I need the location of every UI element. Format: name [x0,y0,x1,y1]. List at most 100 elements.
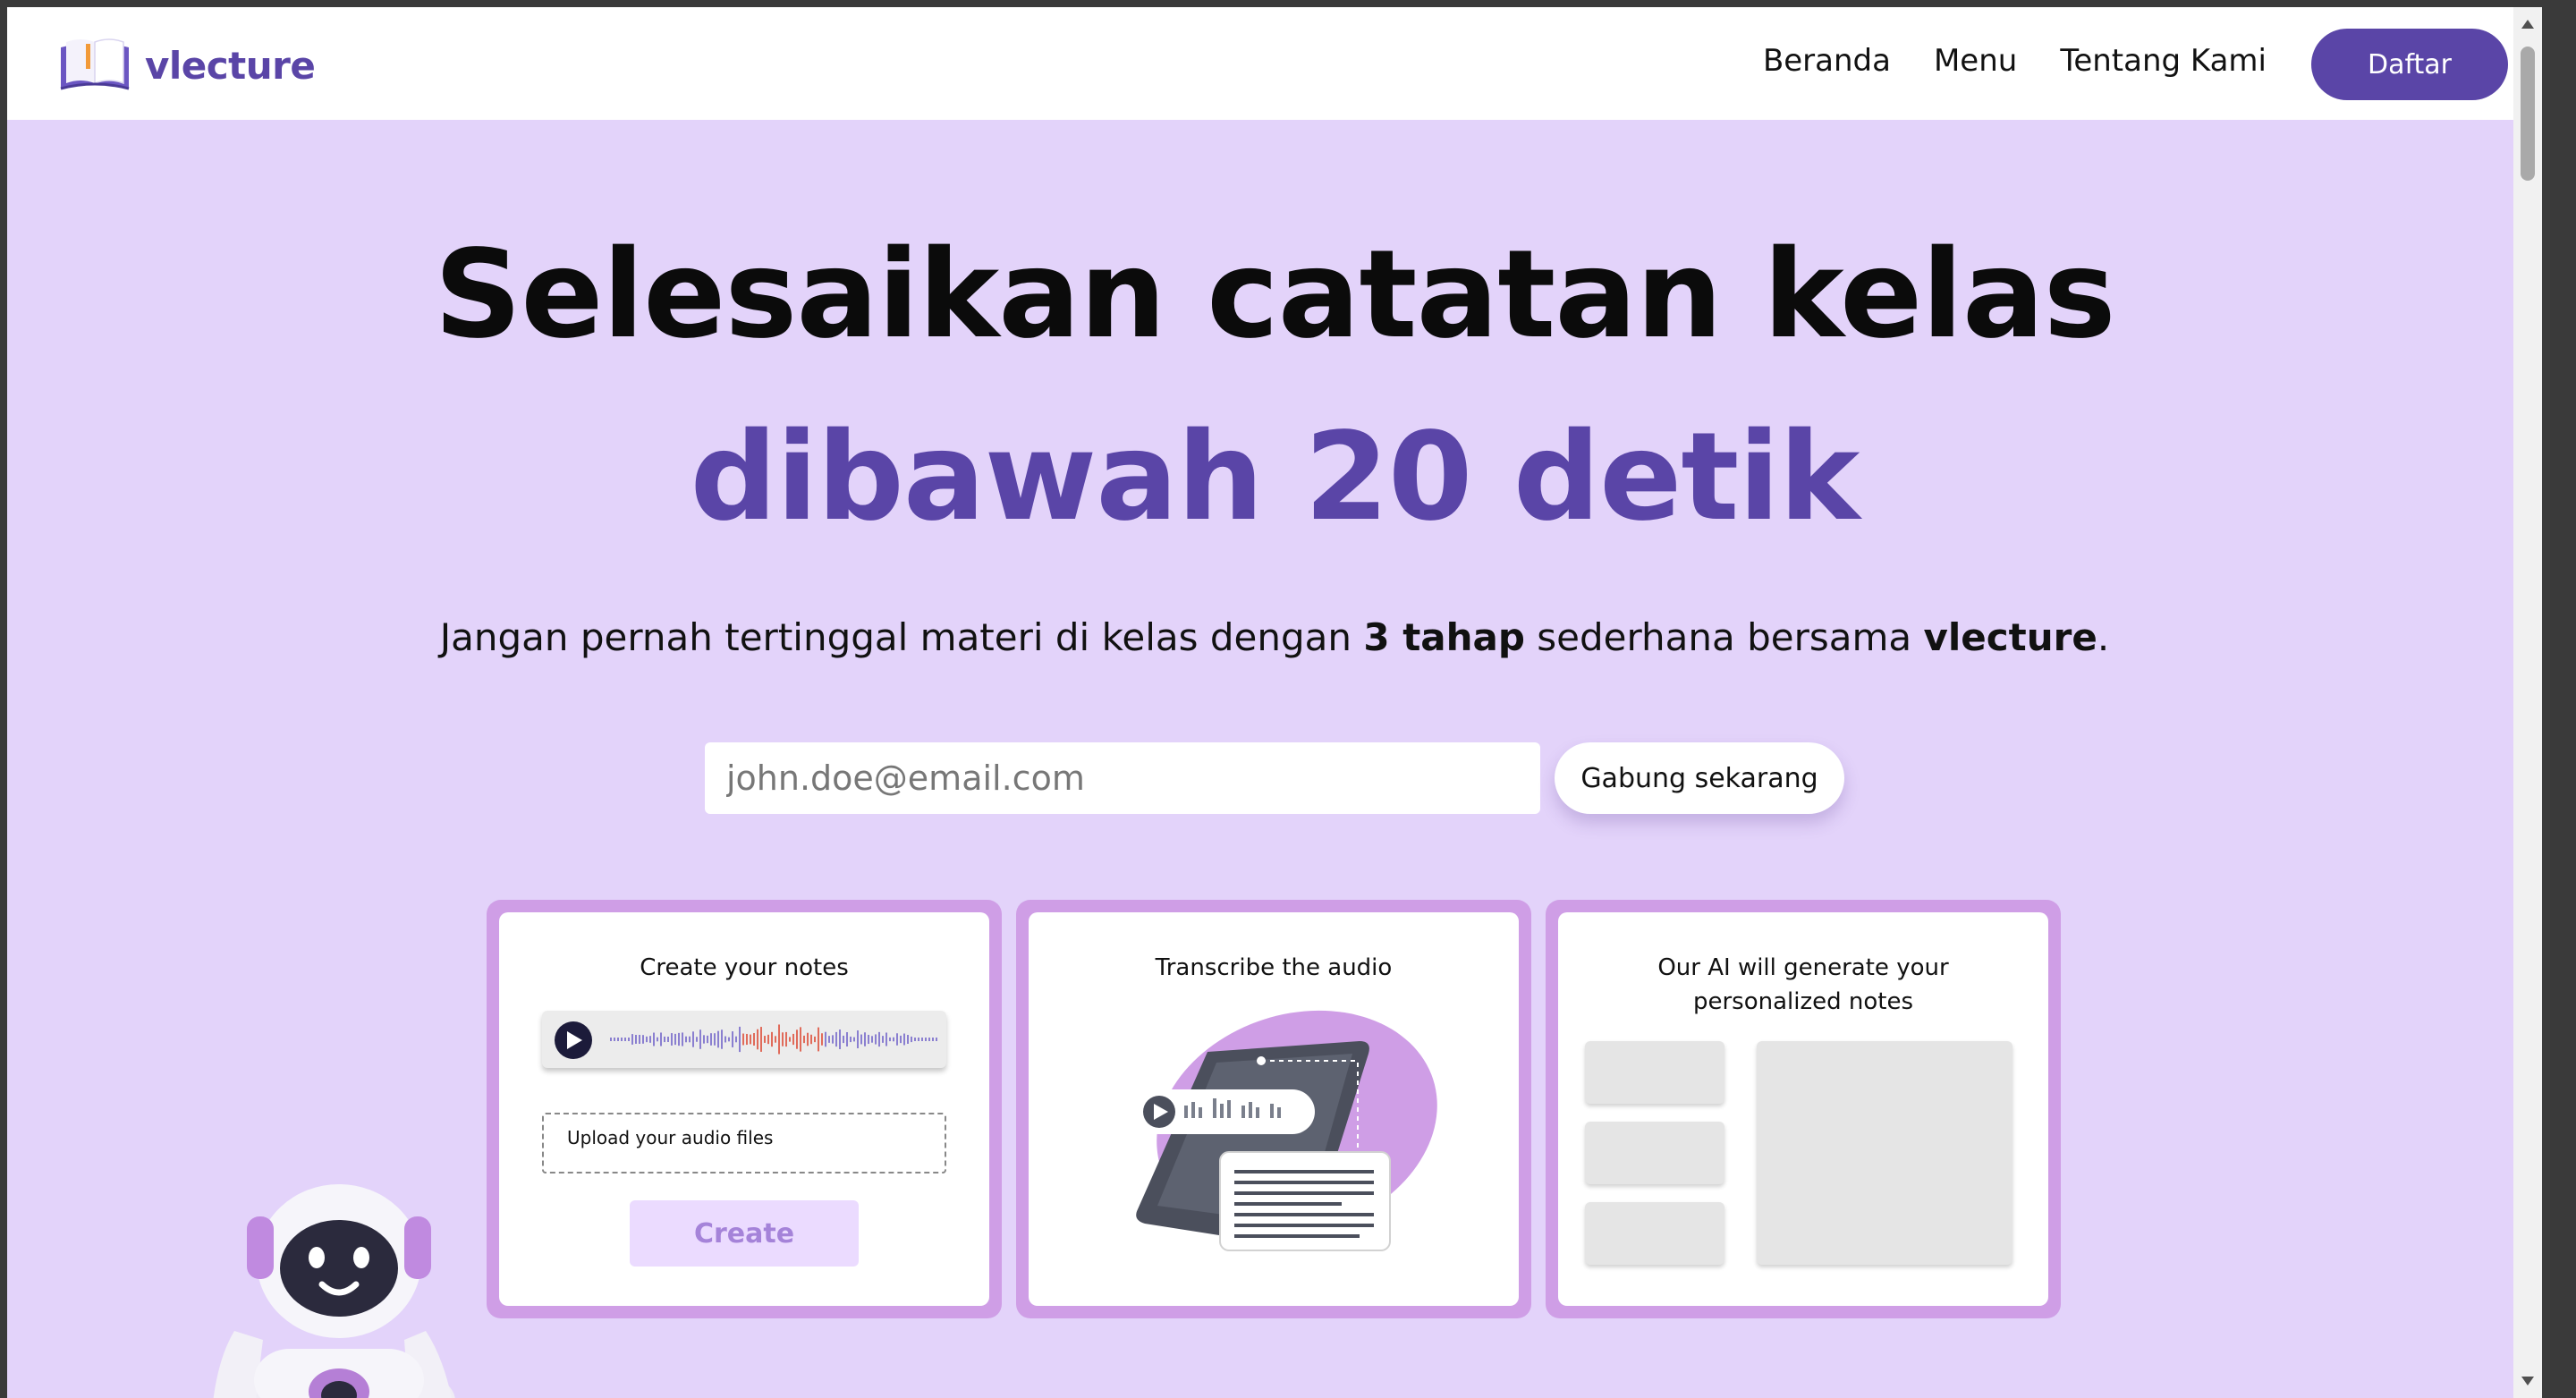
waveform-bar [682,1032,683,1046]
step-card-generate-body: Our AI will generate your personalized n… [1558,912,2048,1306]
waveform-bar [914,1038,916,1041]
waveform-bar [646,1036,648,1043]
waveform-bar [639,1034,640,1045]
waveform-bar [742,1033,744,1046]
waveform-bar [631,1034,633,1045]
waveform-bar [653,1032,655,1046]
waveform-bar [903,1033,905,1046]
waveform-bar [685,1036,687,1043]
waveform-bar [628,1038,630,1041]
navbar: vlecture Beranda Menu Tentang Kami Dafta… [7,7,2542,120]
book-logo-icon [60,38,130,90]
waveform-bar [803,1035,805,1044]
daftar-button[interactable]: Daftar [2311,29,2508,100]
waveform-bar [753,1033,755,1046]
card-title: Create your notes [640,954,849,981]
card-title: Our AI will generate your personalized n… [1558,952,2048,1019]
scroll-down-arrow-icon[interactable] [2521,1377,2534,1385]
subtitle-text-1: Jangan pernah tertinggal materi di kelas… [439,615,1364,659]
waveform-bar [925,1038,927,1041]
waveform-bar [928,1038,930,1041]
waveform-bar [667,1036,669,1043]
waveform-bar [707,1035,708,1044]
waveform-bar [692,1031,694,1047]
brand-logo[interactable]: vlecture [57,36,316,95]
waveform-bar [860,1034,862,1045]
play-button[interactable] [555,1021,592,1059]
waveform-bar [660,1032,662,1046]
waveform-bar [889,1037,891,1042]
waveform-bar [649,1036,651,1043]
waveform-bar [900,1035,902,1044]
play-icon [567,1031,582,1049]
waveform-bar [699,1029,701,1049]
waveform-bar [932,1038,934,1041]
step-card-transcribe-body: Transcribe the audio [1029,912,1519,1306]
step-card-generate: Our AI will generate your personalized n… [1546,900,2061,1318]
note-placeholder-small-3 [1585,1202,1724,1265]
create-button[interactable]: Create [630,1200,859,1267]
waveform-bar [771,1031,773,1047]
waveform-bar [724,1036,726,1043]
waveform-bar [818,1027,819,1052]
nav-link-beranda[interactable]: Beranda [1763,43,1891,79]
waveform-bar [785,1031,787,1047]
waveform-bar [789,1037,791,1042]
waveform-bar [696,1037,698,1042]
waveform-bar [878,1031,880,1047]
email-input[interactable] [705,742,1540,814]
waveform-bar [621,1038,623,1041]
waveform-bar [717,1030,719,1048]
waveform-bar [674,1033,676,1046]
waveform-bar [896,1033,898,1046]
note-placeholder-large [1757,1041,2012,1265]
waveform-bar [911,1036,912,1043]
waveform-bar [893,1037,894,1042]
upload-audio-dropzone[interactable]: Upload your audio files [542,1113,946,1173]
nav-link-menu[interactable]: Menu [1934,43,2017,79]
scroll-up-arrow-icon[interactable] [2521,20,2534,29]
waveform-bar [800,1027,801,1052]
waveform-bar [850,1036,852,1043]
waveform-bar [635,1035,637,1044]
page-scrollbar[interactable] [2513,7,2542,1398]
hero-subtitle: Jangan pernah tertinggal materi di kelas… [7,615,2542,659]
waveform-bar [864,1032,866,1046]
waveform-bar [610,1038,612,1041]
waveform-bar [857,1030,859,1048]
waveform-bar [839,1029,841,1049]
hero-title-line2: dibawah 20 detik [690,407,1860,548]
waveform-bar [764,1036,766,1043]
waveform-bar [775,1036,776,1043]
waveform-bar [624,1038,626,1041]
subtitle-text-2: sederhana bersama [1524,615,1924,659]
waveform-bar [792,1033,794,1046]
waveform-bar [843,1035,844,1044]
brand-name: vlecture [145,43,316,88]
waveform-bar [671,1033,673,1046]
nav-link-tentang-kami[interactable]: Tentang Kami [2060,43,2267,79]
card-title: Transcribe the audio [1155,954,1393,981]
waveform-bar [728,1037,730,1042]
audio-player[interactable] [542,1011,946,1068]
waveform-bar [921,1038,923,1041]
waveform-bar [832,1035,834,1044]
transcription-illustration [1136,1010,1437,1251]
waveform-bar [828,1036,830,1043]
scrollbar-thumb[interactable] [2521,47,2535,181]
waveform-bar [886,1032,887,1046]
subtitle-text-3: . [2097,615,2110,659]
waveform-bar [871,1036,873,1043]
waveform-bar [778,1024,780,1055]
waveform-bar [714,1033,716,1046]
waveform-bar [882,1036,884,1043]
note-placeholder-small-2 [1585,1122,1724,1184]
waveform-bar [868,1034,869,1045]
waveform-bar [760,1027,762,1052]
waveform-bar [750,1034,751,1045]
waveform-bar [907,1035,909,1044]
join-now-button[interactable]: Gabung sekarang [1555,742,1844,814]
card-title-line2: personalized notes [1692,987,1914,1015]
waveform-bar [821,1033,823,1046]
waveform-bar [732,1031,733,1047]
